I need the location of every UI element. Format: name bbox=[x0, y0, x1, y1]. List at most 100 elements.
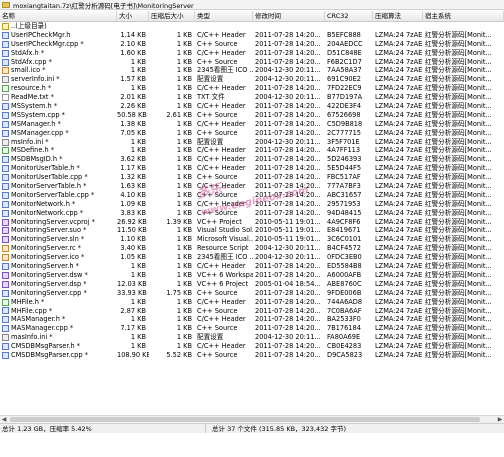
file-row[interactable]: MSDBMsgID.h * 3.62 KB 1 KB C/C++ Header 2011… bbox=[0, 155, 504, 164]
cell-packed: 1 KB bbox=[176, 137, 192, 146]
cell-name: CMSDBMsgParser.cpp * bbox=[0, 351, 117, 360]
cell-name: serverInfo.ini * bbox=[0, 75, 117, 84]
cell-modified: 2004-12-30 20:11... bbox=[255, 244, 321, 253]
cell-packed: 1 KB bbox=[176, 190, 192, 199]
cell-host: 红警分析源码[Monit... bbox=[425, 270, 492, 279]
cell-host: 红警分析源码[Monit... bbox=[425, 119, 492, 128]
file-name: MSDBMsgID.h * bbox=[11, 155, 63, 164]
file-row[interactable]: msInfo.ini * 1 KB 1 KB 配置设置 2004-12-30 20:11… bbox=[0, 138, 504, 147]
file-row[interactable]: MonitoringServer.sln * 1.10 KB 1 KB Microso… bbox=[0, 235, 504, 244]
cell-name: MHFile.h * bbox=[0, 298, 117, 307]
cell-size: 3.40 KB bbox=[120, 244, 146, 253]
scroll-right-icon[interactable]: ▶ bbox=[496, 416, 504, 423]
file-row[interactable]: UserIPCheckMgr.cpp * 2.10 KB 1 KB C++ Sourc… bbox=[0, 40, 504, 49]
cell-name: MHFile.cpp * bbox=[0, 307, 117, 316]
cell-host: 红警分析源码[Monit... bbox=[425, 342, 492, 351]
cell-modified: 2004-12-30 20:11... bbox=[255, 253, 321, 262]
column-name[interactable]: 名称 bbox=[0, 11, 117, 22]
column-host[interactable]: 宿主系统 bbox=[423, 11, 504, 22]
file-row[interactable]: MSManager.cpp * 7.05 KB 1 KB C++ Source 2011… bbox=[0, 129, 504, 138]
column-type[interactable]: 类型 bbox=[195, 11, 253, 22]
cell-crc: 3C6C0101 bbox=[327, 235, 362, 244]
cell-packed: 1 KB bbox=[176, 270, 192, 279]
file-list[interactable]: ..(上级目录) UserIPCheckMgr.h 1.14 KB 1 KB C/C++… bbox=[0, 22, 504, 414]
file-row[interactable]: MonitoringServer.suo * 11.50 KB 1 KB Visual… bbox=[0, 226, 504, 235]
file-row[interactable]: CMSDBMsgParser.h * 1 KB 1 KB C/C++ Header 20… bbox=[0, 342, 504, 351]
path-bar[interactable]: moxiangtaitan.7z\红警分析源码[电子书]\MonitoringS… bbox=[0, 0, 504, 10]
column-modified[interactable]: 修改时间 bbox=[253, 11, 325, 22]
cell-modified: 2011-07-28 14:20... bbox=[255, 342, 321, 351]
cell-crc: 67526698 bbox=[327, 110, 361, 119]
cell-crc: 94D48415 bbox=[327, 208, 362, 217]
file-row[interactable]: MonitoringServer.vcproj * 26.92 KB 1.39 KB… bbox=[0, 218, 504, 227]
cell-host: 红警分析源码[Monit... bbox=[425, 306, 492, 315]
cell-host: 红警分析源码[Monit... bbox=[425, 199, 492, 208]
file-name: MHFile.h * bbox=[11, 297, 45, 306]
file-cpp-icon bbox=[2, 191, 9, 199]
cell-size: 3.62 KB bbox=[120, 155, 146, 164]
file-row[interactable]: small.ico * 1 KB 1 KB 2345看图王 ICO ... 2004-1… bbox=[0, 66, 504, 75]
file-row[interactable]: UserIPCheckMgr.h 1.14 KB 1 KB C/C++ Header 2… bbox=[0, 31, 504, 40]
cell-modified: 2011-07-28 14:20... bbox=[255, 48, 321, 57]
cell-packed: 1 KB bbox=[176, 39, 192, 48]
file-row[interactable]: MonitorUserTable.cpp * 1.32 KB 1 KB C++ Sou… bbox=[0, 173, 504, 182]
file-row[interactable]: CMSDBMsgParser.cpp * 108.90 KB 5.52 KB C++ … bbox=[0, 351, 504, 360]
cell-packed: 1 KB bbox=[176, 297, 192, 306]
cell-size: 1 KB bbox=[130, 57, 146, 66]
cell-type: C/C++ Header bbox=[197, 48, 246, 57]
cell-packed bbox=[149, 22, 195, 31]
cell-name: MonitoringServer.suo * bbox=[0, 226, 117, 235]
file-ini-icon bbox=[2, 76, 9, 84]
file-row[interactable]: MonitoringServer.dsw * 1 KB 1 KB VC++ 6 Wor… bbox=[0, 271, 504, 280]
column-method[interactable]: 压缩算法 bbox=[373, 11, 423, 22]
file-row[interactable]: resource.h * 1 KB 1 KB C/C++ Header 2011-07-… bbox=[0, 84, 504, 93]
cell-size: 1 KB bbox=[130, 146, 146, 155]
cell-crc: ED5584B8 bbox=[327, 262, 362, 271]
cell-host: 红警分析源码[Monit... bbox=[425, 297, 492, 306]
cell-type: C/C++ Header bbox=[197, 262, 246, 271]
file-row[interactable]: ReadMe.txt * 2.01 KB 1 KB TXT 文件 2004-12-30 … bbox=[0, 93, 504, 102]
file-row[interactable]: MonitorUserTable.h * 1.17 KB 1 KB C/C++ Hea… bbox=[0, 164, 504, 173]
cell-packed: 1 KB bbox=[176, 226, 192, 235]
file-row[interactable]: StdAfx.h * 1.60 KB 1 KB C/C++ Header 2011-07… bbox=[0, 49, 504, 58]
file-row[interactable]: MonitoringServer.dsp * 12.03 KB 1 KB VC++ 6… bbox=[0, 280, 504, 289]
horizontal-scrollbar[interactable]: ◀ ▶ bbox=[0, 415, 504, 423]
file-name: small.ico * bbox=[11, 66, 46, 75]
file-row[interactable]: MHFile.h * 1 KB 1 KB C/C++ Header 2011-07-28… bbox=[0, 298, 504, 307]
file-row[interactable]: MASManager.cpp * 7.17 KB 1 KB C++ Source 201… bbox=[0, 324, 504, 333]
file-row[interactable]: masInfo.ini * 1 KB 1 KB 配置设置 2004-12-30 20:1… bbox=[0, 333, 504, 342]
file-row[interactable]: MonitoringServer.rc * 3.40 KB 1 KB Resource… bbox=[0, 244, 504, 253]
file-row[interactable]: MonitoringServer.h * 1 KB 1 KB C/C++ Header… bbox=[0, 262, 504, 271]
cell-modified: 2011-07-28 14:20... bbox=[255, 350, 321, 359]
cell-name: MSDefine.h * bbox=[0, 146, 117, 155]
file-row[interactable]: MASManager.h * 1 KB 1 KB C/C++ Header 2011-0… bbox=[0, 315, 504, 324]
scrollbar-thumb[interactable] bbox=[10, 417, 480, 422]
cell-method: LZMA:24 7zAES:19 bbox=[375, 297, 423, 306]
cell-type: C/C++ Header bbox=[197, 342, 246, 351]
column-packed-size[interactable]: 压缩后大小 bbox=[149, 11, 195, 22]
file-row[interactable]: StdAfx.cpp * 1 KB 1 KB C++ Source 2011-07-28… bbox=[0, 58, 504, 67]
cell-size: 2.87 KB bbox=[120, 306, 146, 315]
file-row[interactable]: MonitoringServer.ico * 1.05 KB 1 KB 2345看图王… bbox=[0, 253, 504, 262]
file-row[interactable]: MHFile.cpp * 2.87 KB 1 KB C++ Source 2011-07… bbox=[0, 307, 504, 316]
column-size[interactable]: 大小 bbox=[117, 11, 149, 22]
cell-size: 1.32 KB bbox=[120, 173, 146, 182]
file-row[interactable]: MonitorServerTable.h * 1.63 KB 1 KB C/C++ H… bbox=[0, 182, 504, 191]
cell-packed: 1 KB bbox=[176, 244, 192, 253]
file-row[interactable]: MonitoringServer.cpp * 33.93 KB 1.75 KB C++… bbox=[0, 289, 504, 298]
file-row[interactable]: MSDefine.h * 1 KB 1 KB C/C++ Header 2011-07-… bbox=[0, 146, 504, 155]
column-crc32[interactable]: CRC32 bbox=[325, 11, 373, 22]
file-row[interactable]: MSSystem.h * 2.26 KB 1 KB C/C++ Header 2011-… bbox=[0, 102, 504, 111]
file-row[interactable]: MSSystem.cpp * 50.58 KB 2.61 KB C++ Source 2… bbox=[0, 111, 504, 120]
file-row[interactable]: MSManager.h * 1.38 KB 1 KB C/C++ Header 2011… bbox=[0, 120, 504, 129]
cell-type: VC++ Project bbox=[197, 217, 242, 226]
file-row[interactable]: MonitorNetwork.cpp * 3.83 KB 1 KB C++ Sourc… bbox=[0, 209, 504, 218]
cell-modified: 2011-07-28 14:20... bbox=[255, 288, 321, 297]
file-row[interactable]: serverInfo.ini * 1.57 KB 1 KB 配置设置 2004-12-3… bbox=[0, 75, 504, 84]
cell-type: Resource Script bbox=[197, 244, 249, 253]
file-cpp-icon bbox=[2, 200, 9, 208]
cell-method: LZMA:24 7zAES:19 bbox=[375, 190, 423, 199]
file-name: MonitoringServer.ico * bbox=[11, 253, 85, 262]
scroll-left-icon[interactable]: ◀ bbox=[0, 416, 8, 423]
file-row[interactable]: ..(上级目录) bbox=[0, 22, 504, 31]
